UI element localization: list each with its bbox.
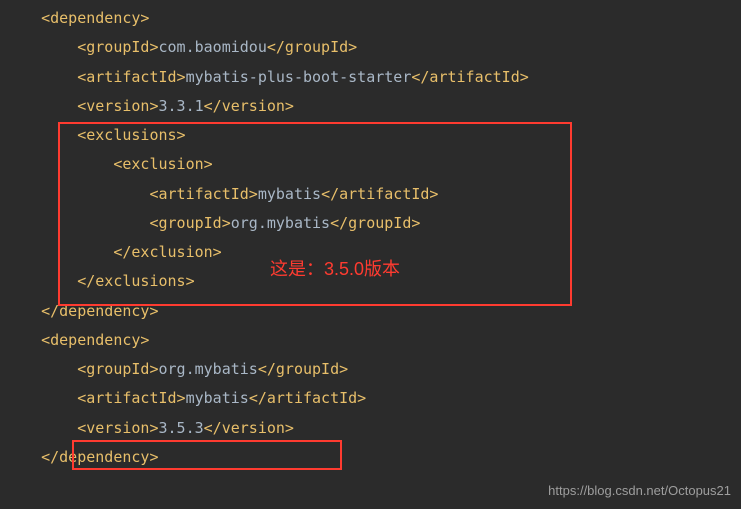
code-line: <version>3.3.1</version> xyxy=(14,92,727,121)
code-line: <artifactId>mybatis-plus-boot-starter</a… xyxy=(14,63,727,92)
code-line: <exclusion> xyxy=(14,150,727,179)
code-line: <artifactId>mybatis</artifactId> xyxy=(14,384,727,413)
code-line: </exclusion> xyxy=(14,238,727,267)
code-line: </exclusions> xyxy=(14,267,727,296)
code-line: </dependency> xyxy=(14,443,727,472)
code-line: <groupId>org.mybatis</groupId> xyxy=(14,355,727,384)
code-line: <artifactId>mybatis</artifactId> xyxy=(14,180,727,209)
code-line: <dependency> xyxy=(14,326,727,355)
code-block: <dependency> <groupId>com.baomidou</grou… xyxy=(0,0,741,476)
code-line: <groupId>com.baomidou</groupId> xyxy=(14,33,727,62)
code-line: <exclusions> xyxy=(14,121,727,150)
code-line: <groupId>org.mybatis</groupId> xyxy=(14,209,727,238)
code-line: <version>3.5.3</version> xyxy=(14,414,727,443)
watermark-text: https://blog.csdn.net/Octopus21 xyxy=(548,478,731,503)
code-line: </dependency> xyxy=(14,297,727,326)
code-line: <dependency> xyxy=(14,4,727,33)
